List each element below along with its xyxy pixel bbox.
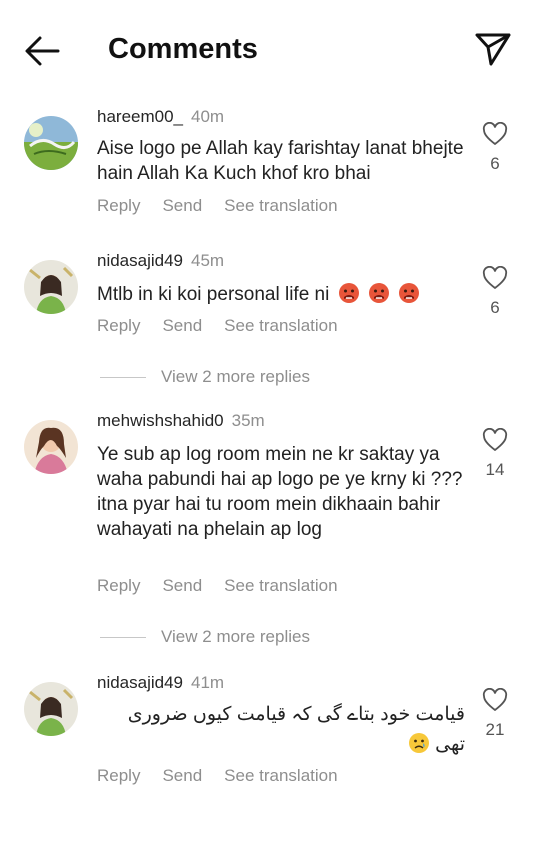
comment-meta: mehwishshahid0 35m: [97, 410, 265, 432]
timestamp: 45m: [191, 251, 225, 270]
heart-icon[interactable]: [482, 266, 508, 290]
view-more-replies-label[interactable]: View 2 more replies: [161, 366, 310, 388]
like-control: 21: [478, 688, 512, 740]
like-control: 6: [478, 122, 512, 174]
heart-icon[interactable]: [482, 122, 508, 146]
send-button[interactable]: Send: [162, 196, 202, 216]
top-bar: Comments: [0, 0, 540, 100]
view-more-replies-label[interactable]: View 2 more replies: [161, 626, 310, 648]
avatar[interactable]: [24, 116, 78, 170]
comment-item: mehwishshahid0 35m Ye sub ap log room mei…: [0, 410, 540, 610]
reply-button[interactable]: Reply: [97, 766, 140, 786]
send-button[interactable]: Send: [162, 766, 202, 786]
comment-meta: nidasajid49 41m: [97, 672, 224, 694]
username[interactable]: hareem00_: [97, 107, 183, 126]
timestamp: 40m: [191, 107, 225, 126]
avatar[interactable]: [24, 682, 78, 736]
timestamp: 41m: [191, 673, 225, 692]
angry-hot-face-emoji: [368, 283, 389, 303]
reply-button[interactable]: Reply: [97, 196, 140, 216]
comment-meta: hareem00_ 40m: [97, 106, 224, 128]
comment-meta: nidasajid49 45m: [97, 250, 224, 272]
see-translation-button[interactable]: See translation: [224, 316, 337, 336]
like-count: 21: [485, 720, 505, 739]
comment-text: Aise logo pe Allah kay farishtay lanat b…: [97, 138, 464, 184]
comment-text-body: Mtlb in ki koi personal life ni: [97, 284, 330, 305]
like-count: 6: [490, 154, 500, 173]
comment-item: nidasajid49 45m Mtlb in ki koi personal l…: [0, 250, 540, 350]
see-translation-button[interactable]: See translation: [224, 766, 337, 786]
comment-text: Mtlb in ki koi personal life ni: [97, 282, 467, 307]
send-button[interactable]: Send: [162, 316, 202, 336]
like-control: 14: [478, 428, 512, 480]
arrow-left-icon[interactable]: [22, 33, 62, 69]
like-count: 6: [490, 298, 500, 317]
comment-actions: Reply Send See translation: [97, 576, 360, 596]
comment-actions: Reply Send See translation: [97, 196, 360, 216]
comment-actions: Reply Send See translation: [97, 766, 360, 786]
avatar[interactable]: [24, 260, 78, 314]
page-title: Comments: [108, 33, 258, 65]
crying-face-emoji: [408, 733, 429, 753]
heart-icon[interactable]: [482, 428, 508, 452]
avatar[interactable]: [24, 420, 78, 474]
reply-button[interactable]: Reply: [97, 316, 140, 336]
angry-hot-face-emoji: [338, 283, 359, 303]
see-translation-button[interactable]: See translation: [224, 576, 337, 596]
comment-item: hareem00_ 40m Aise logo pe Allah kay fari…: [0, 106, 540, 226]
timestamp: 35m: [231, 411, 265, 430]
comment-actions: Reply Send See translation: [97, 316, 360, 336]
divider: [100, 637, 146, 638]
username[interactable]: nidasajid49: [97, 673, 183, 692]
like-control: 6: [478, 266, 512, 318]
username[interactable]: mehwishshahid0: [97, 411, 224, 430]
comment-item: nidasajid49 41m قیامت خود بتاے گی کہ قیام…: [0, 672, 540, 802]
like-count: 14: [485, 460, 505, 479]
angry-hot-face-emoji: [399, 283, 420, 303]
username[interactable]: nidasajid49: [97, 251, 183, 270]
see-translation-button[interactable]: See translation: [224, 196, 337, 216]
divider: [100, 377, 146, 378]
comment-text: قیامت خود بتاے گی کہ قیامت کیوں ضروری تھ…: [105, 700, 465, 760]
reply-button[interactable]: Reply: [97, 576, 140, 596]
heart-icon[interactable]: [482, 688, 508, 712]
paper-plane-icon[interactable]: [474, 30, 512, 68]
send-button[interactable]: Send: [162, 576, 202, 596]
comment-text: Ye sub ap log room mein ne kr saktay ya …: [97, 444, 463, 540]
